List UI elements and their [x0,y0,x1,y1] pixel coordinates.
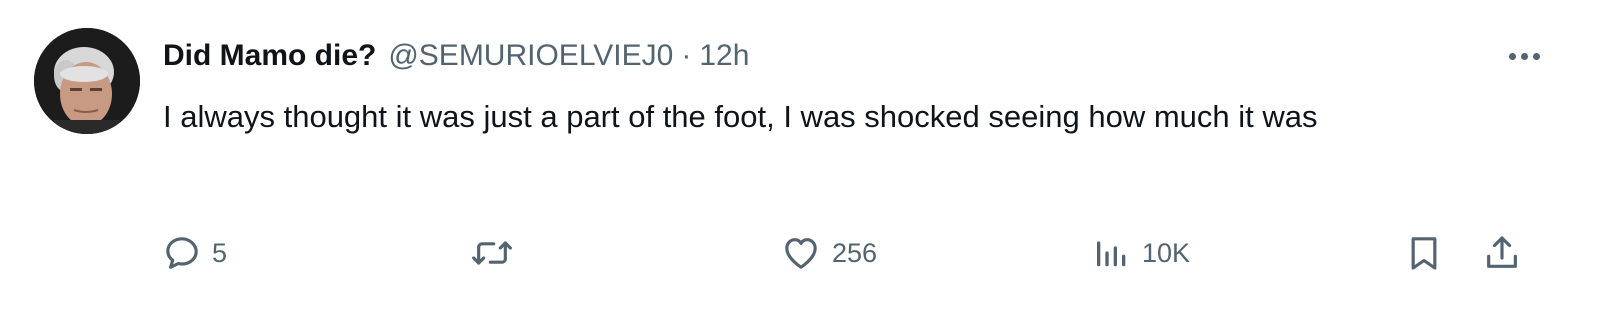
share-button[interactable] [1482,228,1522,278]
avatar-image [34,28,140,134]
retweet-button[interactable] [470,228,524,278]
views-count: 10K [1142,237,1191,268]
avatar[interactable] [34,28,140,134]
retweet-icon [470,233,514,273]
like-button[interactable]: 256 [780,228,877,278]
bookmark-icon [1404,232,1444,274]
separator-dot: · [681,39,692,72]
tweet-header: Did Mamo die? @SEMURIOELVIEJ0 · 12h [163,34,749,78]
share-icon [1482,232,1522,274]
tweet[interactable]: Did Mamo die? @SEMURIOELVIEJ0 · 12h I al… [0,0,1608,314]
reply-icon [162,233,202,273]
bookmark-button[interactable] [1404,228,1444,278]
action-bar: 5 256 10K [0,228,1608,278]
divider [0,310,1608,314]
tweet-text: I always thought it was just a part of t… [163,99,1318,134]
user-handle[interactable]: @SEMURIOELVIEJ0 [388,34,673,78]
views-button[interactable]: 10K [1092,228,1190,278]
reply-count: 5 [212,237,228,268]
more-dot-icon [1520,52,1528,60]
more-options-button[interactable] [1502,42,1546,70]
more-dot-icon [1532,52,1540,60]
display-name[interactable]: Did Mamo die? [163,34,376,78]
timestamp[interactable]: 12h [699,34,749,78]
views-icon [1092,233,1132,273]
more-dot-icon [1508,52,1516,60]
heart-icon [780,233,822,273]
reply-button[interactable]: 5 [162,228,227,278]
like-count: 256 [832,237,878,268]
